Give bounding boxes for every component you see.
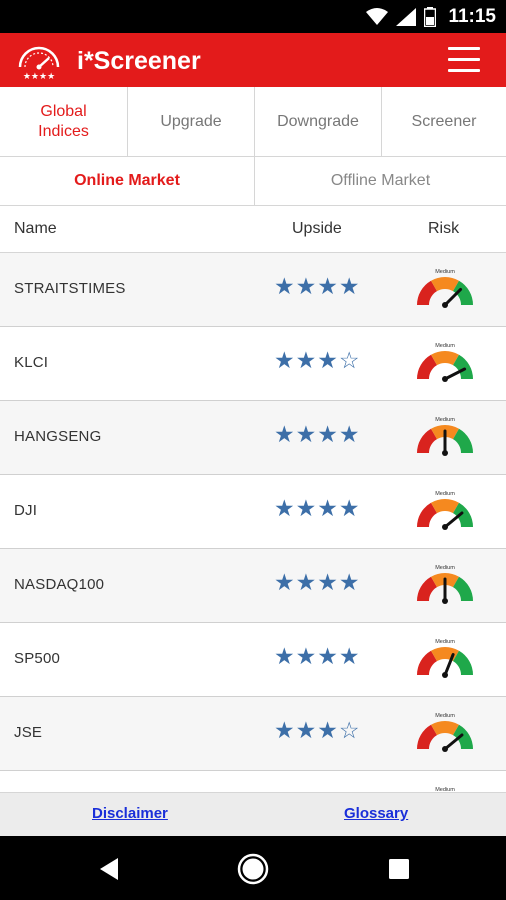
- index-name: NASDAQ100: [14, 576, 105, 593]
- gauge-label: Medium: [435, 343, 455, 349]
- upside-star-rating: ★★★★: [274, 643, 361, 669]
- index-name: DJI: [14, 502, 38, 519]
- table-header: Name Upside Risk: [0, 206, 506, 253]
- list-item[interactable]: NASDAQ100 ★★★★ Medium: [0, 549, 506, 623]
- tab-global-indices[interactable]: Global Indices: [0, 87, 128, 156]
- glossary-link[interactable]: Glossary: [344, 805, 408, 822]
- hamburger-menu-icon[interactable]: [448, 47, 480, 73]
- index-name: KLCI: [14, 354, 49, 371]
- tab-label: Online Market: [74, 172, 180, 189]
- upside-star-rating: ★★★☆: [274, 717, 361, 743]
- index-list: STRAITSTIMES ★★★★ Medium KLCI ★★★☆ Medium HANG…: [0, 253, 506, 793]
- tab-label: Global Indices: [38, 102, 89, 140]
- risk-gauge-icon: Medium: [417, 343, 473, 382]
- list-item[interactable]: HANGSENG ★★★★ Medium: [0, 401, 506, 475]
- risk-gauge-icon: Medium: [417, 639, 473, 678]
- recents-icon[interactable]: [382, 852, 416, 886]
- gauge-label: Medium: [435, 639, 455, 645]
- market-tabs: Online Market Offline Market: [0, 157, 506, 206]
- status-bar: 11:15: [0, 0, 506, 33]
- risk-gauge-icon: Medium: [417, 269, 473, 308]
- index-name: JSE: [14, 724, 43, 741]
- gauge-label: Medium: [435, 269, 455, 275]
- home-icon[interactable]: [236, 852, 270, 886]
- footer: Disclaimer Glossary: [0, 792, 506, 836]
- tab-label: Downgrade: [277, 112, 359, 130]
- disclaimer-link[interactable]: Disclaimer: [92, 805, 168, 822]
- index-name: STRAITSTIMES: [14, 280, 126, 297]
- upside-star-rating: ★★★☆: [274, 347, 361, 373]
- column-header-risk: Risk: [428, 220, 460, 237]
- speedometer-logo-icon: ★★★★: [18, 46, 60, 80]
- column-header-upside: Upside: [292, 220, 342, 237]
- gauge-label: Medium: [435, 713, 455, 719]
- risk-gauge-icon: Medium: [417, 417, 473, 456]
- risk-gauge-icon: Medium: [417, 491, 473, 530]
- risk-gauge-icon: Medium: [417, 713, 473, 752]
- gauge-label: Medium: [435, 565, 455, 571]
- gauge-label: Medium: [435, 417, 455, 423]
- main-tabs: Global Indices Upgrade Downgrade Screene…: [0, 87, 506, 157]
- tab-offline-market[interactable]: Offline Market: [255, 157, 506, 205]
- index-name: SP500: [14, 650, 61, 667]
- list-item[interactable]: SP500 ★★★★ Medium: [0, 623, 506, 697]
- column-header-name: Name: [14, 220, 57, 237]
- status-icons: 11:15: [366, 6, 496, 28]
- app-title: i*Screener: [77, 47, 201, 75]
- list-item[interactable]: STRAITSTIMES ★★★★ Medium: [0, 253, 506, 327]
- tab-upgrade[interactable]: Upgrade: [128, 87, 255, 156]
- tab-label: Offline Market: [330, 172, 431, 189]
- tab-screener[interactable]: Screener: [382, 87, 506, 156]
- upside-star-rating: ★★★★: [274, 495, 361, 521]
- upside-star-rating: ★★★★: [274, 421, 361, 447]
- back-icon[interactable]: [92, 852, 126, 886]
- tab-label: Upgrade: [160, 112, 222, 130]
- upside-star-rating: ★★★★: [274, 273, 361, 299]
- list-item[interactable]: JSE ★★★☆ Medium: [0, 697, 506, 771]
- upside-star-rating: ★★★★: [274, 569, 361, 595]
- list-item[interactable]: KLCI ★★★☆ Medium: [0, 327, 506, 401]
- gauge-label: Medium: [435, 491, 455, 497]
- tab-label: Screener: [411, 112, 477, 130]
- battery-icon: [424, 7, 437, 27]
- navigation-bar: [0, 836, 506, 900]
- signal-icon: [396, 8, 417, 26]
- list-item[interactable]: Medium: [0, 771, 506, 793]
- svg-text:★★★★: ★★★★: [23, 72, 55, 80]
- status-time: 11:15: [448, 6, 496, 27]
- tab-online-market[interactable]: Online Market: [0, 157, 255, 205]
- risk-gauge-icon: Medium: [417, 565, 473, 604]
- tab-downgrade[interactable]: Downgrade: [255, 87, 382, 156]
- index-name: HANGSENG: [14, 428, 102, 445]
- app-bar: ★★★★ i*Screener: [0, 33, 506, 87]
- wifi-icon: [366, 8, 389, 25]
- list-item[interactable]: DJI ★★★★ Medium: [0, 475, 506, 549]
